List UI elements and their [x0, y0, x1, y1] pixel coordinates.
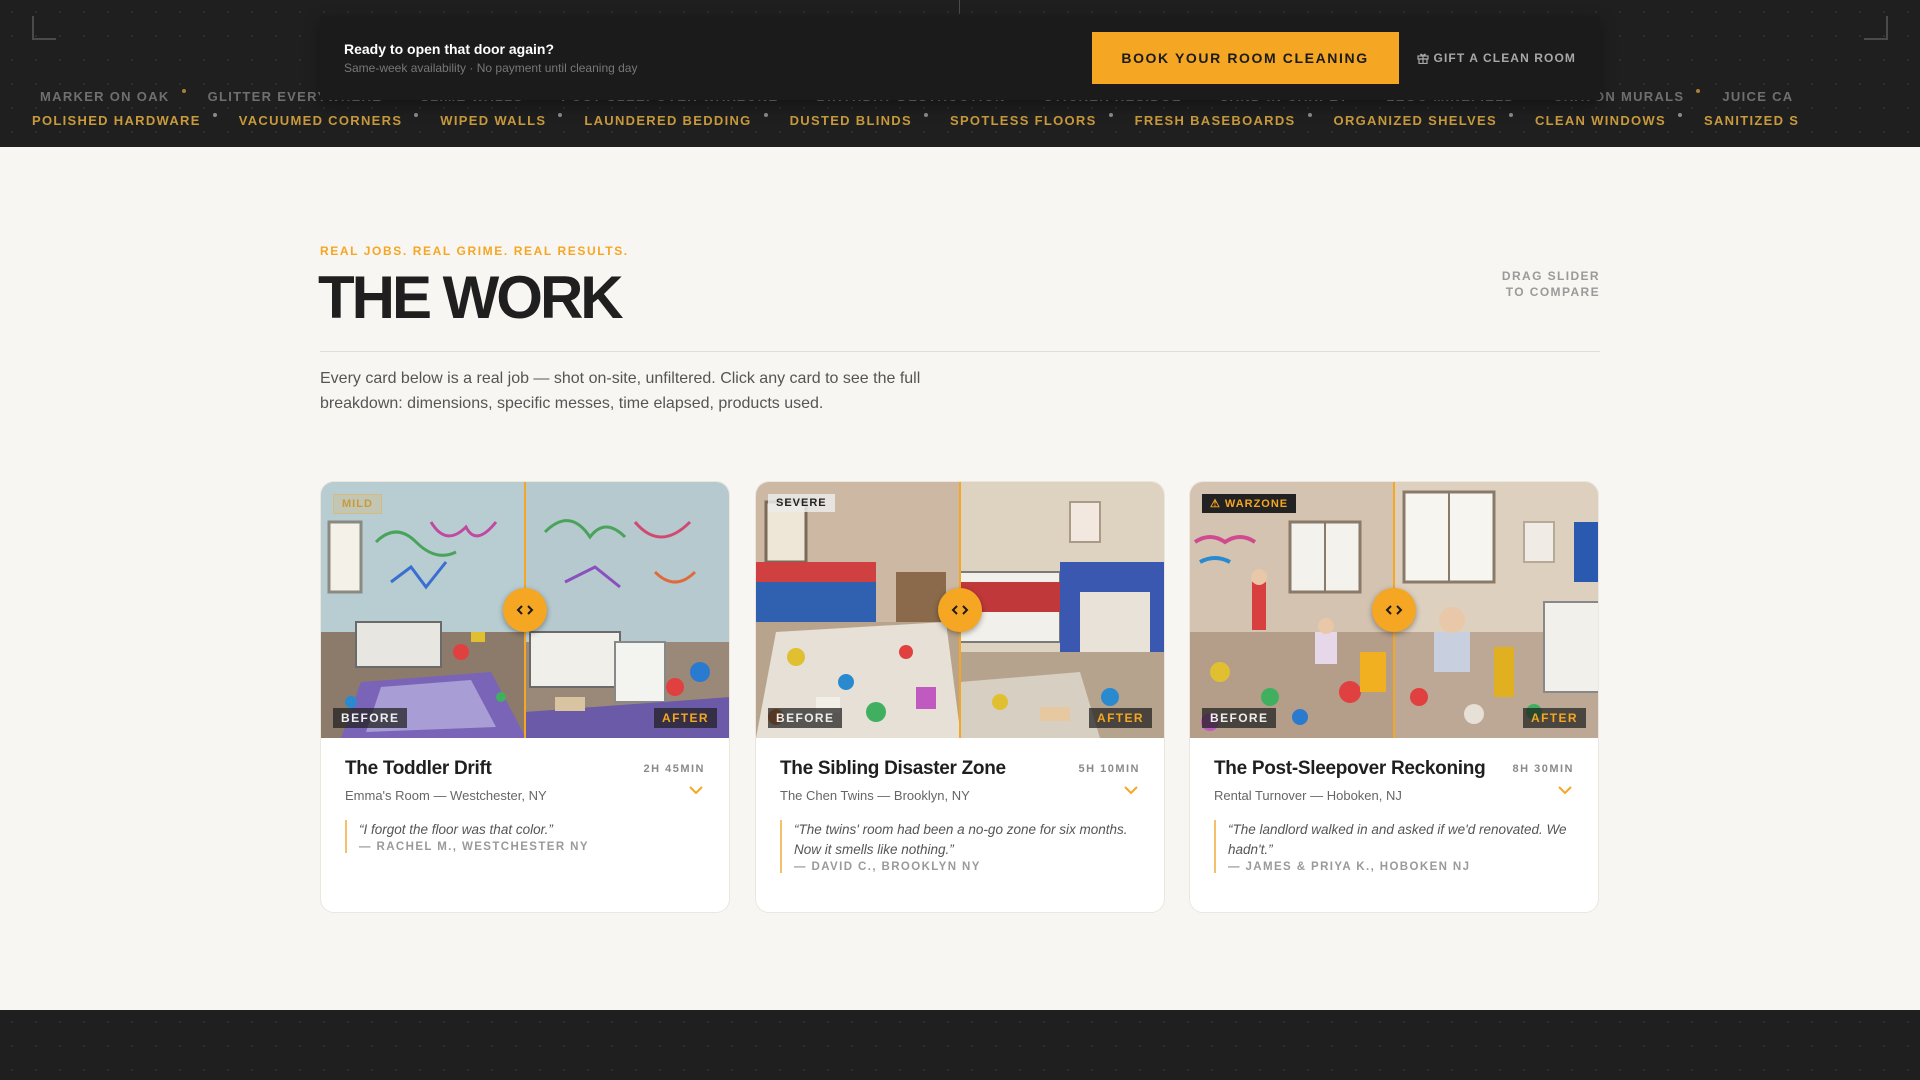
ticker-dot: [181, 89, 186, 93]
testimonial-author: — DAVID C., BROOKLYN NY: [794, 861, 981, 873]
work-card-sibling-disaster-zone[interactable]: SEVERE BEFORE AFTER The Sibling Disaster…: [755, 481, 1165, 913]
gift-icon: [1416, 53, 1429, 64]
severity-badge: ⚠ WARZONE: [1202, 494, 1297, 513]
testimonial-quote: “I forgot the floor was that color.”: [359, 822, 553, 837]
comparison-slider-handle[interactable]: [938, 588, 982, 632]
testimonial-quote: “The twins' room had been a no-go zone f…: [794, 822, 1128, 857]
drag-slider-hint: DRAG SLIDER TO COMPARE: [1480, 268, 1600, 300]
drag-hint-line-1: DRAG SLIDER: [1501, 269, 1600, 283]
after-label: AFTER: [1523, 708, 1586, 728]
card-subtitle: The Chen Twins — Brooklyn, NY: [780, 788, 970, 803]
job-duration: 8H 30MIN: [1512, 763, 1574, 775]
testimonial: “The twins' room had been a no-go zone f…: [780, 820, 1140, 873]
before-photo: [1190, 482, 1394, 738]
ticker-dot: [1508, 113, 1513, 117]
card-body: The Sibling Disaster Zone The Chen Twins…: [756, 738, 1164, 893]
ticker-item: Polished Hardware: [32, 113, 201, 128]
section-eyebrow: REAL JOBS. REAL GRIME. REAL RESULTS.: [320, 244, 629, 258]
ticker-item: Vacuumed Corners: [238, 113, 403, 128]
before-photo: [321, 482, 525, 738]
ticker-item: Marker on Oak: [40, 89, 170, 104]
after-photo: [960, 482, 1164, 738]
ticker-item: Dusted Blinds: [789, 113, 912, 128]
testimonial-author: — JAMES & PRIYA K., HOBOKEN NJ: [1228, 861, 1471, 873]
chevron-down-icon[interactable]: [1558, 786, 1572, 795]
after-label: AFTER: [654, 708, 717, 728]
comparison-slider-handle[interactable]: [503, 588, 547, 632]
ticker-dot: [212, 113, 217, 117]
before-photo: [756, 482, 960, 738]
work-card-toddler-drift[interactable]: MILD BEFORE AFTER The Toddler Drift Emma…: [320, 481, 730, 913]
booking-cta-bar: Ready to open that door again? Same-week…: [320, 16, 1600, 100]
chevron-down-icon[interactable]: [689, 786, 703, 795]
ticker-dot: [1108, 113, 1113, 117]
ticker-item: Laundered Bedding: [584, 113, 752, 128]
footer-band: [0, 1010, 1920, 1080]
ticker-item: Spotless Floors: [949, 113, 1097, 128]
after-photo: [525, 482, 729, 738]
ticker-dot: [763, 113, 768, 117]
ticker-dot: [1696, 89, 1701, 93]
drag-arrows-icon: [951, 605, 969, 615]
cta-subtitle: Same-week availability · No payment unti…: [344, 61, 638, 75]
center-tick-mark: [959, 0, 960, 14]
before-label: BEFORE: [333, 708, 408, 728]
ticker-dot: [1307, 113, 1312, 117]
drag-hint-line-2: TO COMPARE: [1505, 285, 1600, 299]
book-cleaning-button[interactable]: BOOK YOUR ROOM CLEANING: [1091, 32, 1399, 84]
corner-bracket-top-right: [1864, 16, 1888, 40]
drag-arrows-icon: [516, 605, 534, 615]
card-subtitle: Emma's Room — Westchester, NY: [345, 788, 547, 803]
ticker-item: Organized Shelves: [1333, 113, 1497, 128]
ticker-item: Clean Windows: [1534, 113, 1666, 128]
work-card-post-sleepover-reckoning[interactable]: ⚠ WARZONE BEFORE AFTER The Post-Sleepove…: [1189, 481, 1599, 913]
results-ticker: Polished Hardware Vacuumed Corners Wiped…: [0, 113, 1920, 130]
section-intro: Every card below is a real job — shot on…: [320, 370, 921, 412]
after-photo: [1394, 482, 1598, 738]
card-body: The Toddler Drift Emma's Room — Westches…: [321, 738, 729, 873]
section-divider: [320, 351, 1600, 352]
ticker-dot: [923, 113, 928, 117]
drag-arrows-icon: [1385, 605, 1403, 615]
before-after-comparison[interactable]: ⚠ WARZONE BEFORE AFTER: [1190, 482, 1598, 738]
after-label: AFTER: [1089, 708, 1152, 728]
severity-badge: SEVERE: [768, 494, 835, 512]
testimonial-quote: “The landlord walked in and asked if we'…: [1228, 822, 1567, 857]
cta-text-group: Ready to open that door again? Same-week…: [344, 41, 1092, 75]
ticker-dot: [414, 113, 419, 117]
testimonial: “I forgot the floor was that color.” — R…: [345, 820, 705, 853]
testimonial-author: — RACHEL M., WESTCHESTER NY: [359, 841, 589, 853]
gift-link-label: GIFT A CLEAN ROOM: [1433, 51, 1576, 65]
chevron-down-icon[interactable]: [1124, 786, 1138, 795]
ticker-item: Fresh Baseboards: [1134, 113, 1296, 128]
job-duration: 2H 45MIN: [643, 763, 705, 775]
gift-clean-room-link[interactable]: GIFT A CLEAN ROOM: [1416, 51, 1576, 65]
card-subtitle: Rental Turnover — Hoboken, NJ: [1214, 788, 1402, 803]
severity-badge: MILD: [333, 494, 382, 514]
ticker-item: Juice Ca: [1722, 89, 1794, 104]
card-body: The Post-Sleepover Reckoning Rental Turn…: [1190, 738, 1598, 893]
cta-title: Ready to open that door again?: [344, 41, 555, 57]
ticker-dot: [1677, 113, 1682, 117]
job-duration: 5H 10MIN: [1078, 763, 1140, 775]
ticker-item: Wiped Walls: [440, 113, 547, 128]
before-label: BEFORE: [1202, 708, 1277, 728]
comparison-slider-handle[interactable]: [1372, 588, 1416, 632]
before-label: BEFORE: [768, 708, 843, 728]
ticker-item: Sanitized S: [1703, 113, 1800, 128]
section-title: THE WORK: [318, 264, 624, 331]
ticker-dot: [558, 113, 563, 117]
before-after-comparison[interactable]: MILD BEFORE AFTER: [321, 482, 729, 738]
before-after-comparison[interactable]: SEVERE BEFORE AFTER: [756, 482, 1164, 738]
corner-bracket-top-left: [32, 16, 56, 40]
testimonial: “The landlord walked in and asked if we'…: [1214, 820, 1574, 873]
